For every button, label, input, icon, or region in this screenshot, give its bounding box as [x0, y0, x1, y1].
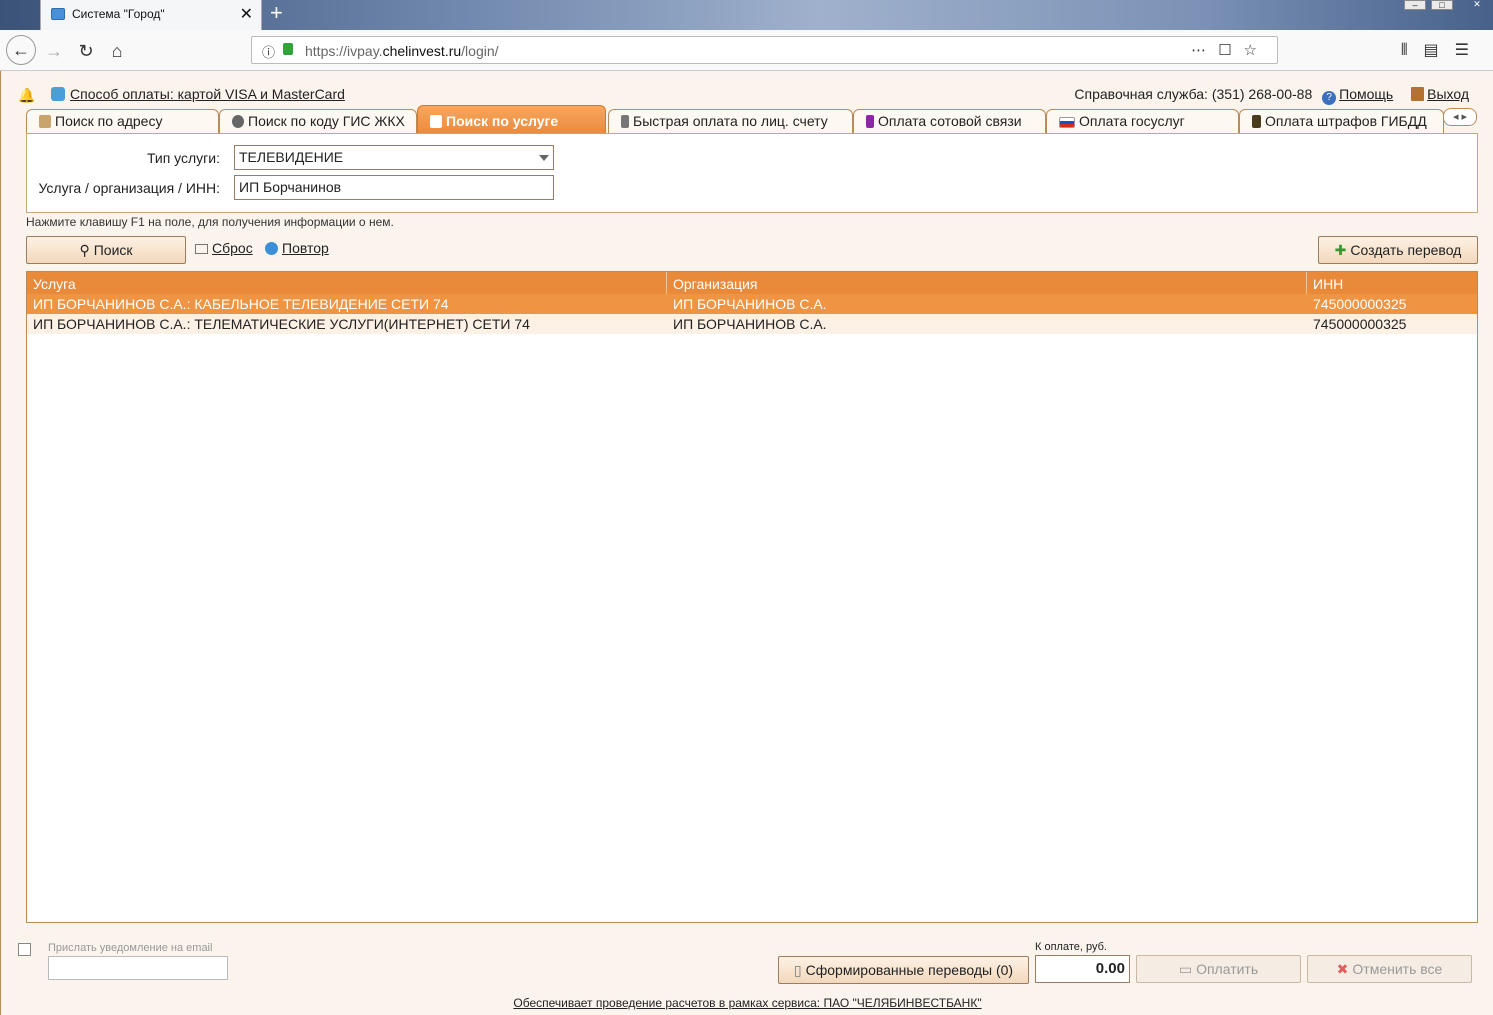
service-type-select[interactable]: ТЕЛЕВИДЕНИЕ — [234, 145, 554, 170]
help-link[interactable]: Помощь — [1339, 86, 1393, 102]
home-icon[interactable]: ⌂ — [103, 37, 131, 65]
column-header-organization[interactable]: Организация — [667, 272, 1307, 294]
to-pay-amount[interactable]: 0.00 — [1035, 955, 1130, 983]
tab-traffic-fines[interactable]: Оплата штрафов ГИБДД — [1239, 109, 1444, 134]
table-row[interactable]: ИП БОРЧАНИНОВ С.А.: КАБЕЛЬНОЕ ТЕЛЕВИДЕНИ… — [27, 294, 1477, 314]
new-tab-plus-icon[interactable]: + — [270, 0, 283, 26]
gis-icon — [232, 115, 244, 128]
russia-flag-icon — [1059, 117, 1075, 128]
close-tab-icon[interactable]: ✕ — [240, 4, 253, 24]
cell-inn: 745000000325 — [1313, 296, 1407, 312]
exit-icon — [1411, 87, 1425, 101]
payment-method-link[interactable]: Способ оплаты: картой VISA и MasterCard — [70, 86, 345, 102]
results-grid: Услуга Организация ИНН ИП БОРЧАНИНОВ С.А… — [26, 271, 1478, 923]
reset-link[interactable]: Сброс — [195, 240, 253, 256]
magnifier-icon: ⚲ — [79, 242, 90, 258]
phone-card-icon — [621, 115, 629, 128]
cell-inn: 745000000325 — [1313, 316, 1407, 332]
tab-bar: Поиск по адресу Поиск по коду ГИС ЖКХ По… — [26, 105, 1477, 134]
org-search-label: Услуга / организация / ИНН: — [38, 180, 220, 196]
search-button[interactable]: ⚲ Поиск — [26, 236, 186, 264]
payment-method[interactable]: Способ оплаты: картой VISA и MasterCard — [51, 86, 345, 102]
service-type-value: ТЕЛЕВИДЕНИЕ — [239, 149, 344, 165]
page-actions-icons[interactable]: ⋯☐☆ — [1191, 41, 1269, 59]
document-icon: ▯ — [793, 962, 802, 978]
maximize-window-icon[interactable]: □ — [1431, 0, 1453, 10]
minimize-window-icon[interactable]: – — [1404, 0, 1426, 10]
exit-link[interactable]: Выход — [1427, 86, 1469, 102]
tab-gov-services[interactable]: Оплата госуслуг — [1046, 109, 1239, 134]
pay-button[interactable]: ▭ Оплатить — [1136, 955, 1301, 983]
notify-email-label: Прислать уведомление на email — [48, 942, 213, 954]
site-info-icon[interactable]: ⓘ — [262, 42, 275, 61]
grid-header: Услуга Организация ИНН — [27, 272, 1477, 294]
book-icon — [39, 115, 51, 128]
browser-tab-title: Система "Город" — [72, 7, 165, 21]
toolbar-right-icons[interactable]: ⫴▤☰ — [1401, 40, 1485, 60]
card-payment-icon — [51, 87, 65, 101]
plus-icon: ✚ — [1334, 242, 1347, 258]
create-transfer-button[interactable]: ✚ Создать перевод — [1318, 236, 1478, 264]
column-header-inn[interactable]: ИНН — [1307, 272, 1477, 294]
chevron-down-icon — [539, 155, 549, 161]
address-bar[interactable]: ⓘ https://ivpay.chelinvest.ru/login/ ⋯☐☆ — [251, 36, 1278, 64]
helpdesk-phone: Справочная служба: (351) 268-00-88 — [1074, 86, 1313, 102]
column-header-service[interactable]: Услуга — [27, 272, 667, 294]
to-pay-label: К оплате, руб. — [1035, 941, 1107, 953]
f1-hint: Нажмите клавишу F1 на поле, для получени… — [26, 215, 394, 229]
footer-note[interactable]: Обеспечивает проведение расчетов в рамка… — [1, 996, 1493, 1010]
browser-tab[interactable]: Система "Город" ✕ — [40, 0, 262, 30]
browser-tab-strip: Система "Город" ✕ + – □ ✕ — [0, 0, 1493, 30]
tab-search-by-service[interactable]: Поиск по услуге — [417, 105, 606, 134]
notify-email-input[interactable] — [48, 956, 228, 980]
site-favicon-icon — [51, 8, 65, 20]
reload-icon[interactable]: ↻ — [72, 37, 100, 65]
org-search-input[interactable]: ИП Борчанинов — [234, 175, 554, 200]
cancel-x-icon: ✖ — [1336, 961, 1349, 977]
cell-service: ИП БОРЧАНИНОВ С.А.: ТЕЛЕМАТИЧЕСКИЕ УСЛУГ… — [33, 316, 530, 332]
eraser-icon — [195, 244, 208, 254]
cards-icon: ▭ — [1178, 961, 1193, 977]
help-line: Справочная служба: (351) 268-00-88 ? Помо… — [1074, 86, 1469, 105]
secure-lock-icon — [283, 43, 293, 55]
tab-mobile-payment[interactable]: Оплата сотовой связи — [853, 109, 1046, 134]
notify-email-checkbox[interactable] — [18, 943, 31, 956]
service-type-label: Тип услуги: — [146, 150, 220, 166]
tab-search-by-gis-code[interactable]: Поиск по коду ГИС ЖКХ — [219, 109, 417, 134]
refresh-icon — [265, 242, 278, 255]
tab-scroll-arrows-icon[interactable]: ◂ ▸ — [1443, 108, 1477, 126]
tab-quick-pay-account[interactable]: Быстрая оплата по лиц. счету — [608, 109, 853, 134]
search-form: Тип услуги: ТЕЛЕВИДЕНИЕ Услуга / организ… — [26, 133, 1478, 213]
back-arrow-icon[interactable]: ← — [6, 35, 36, 65]
bell-service-icon — [430, 115, 442, 128]
help-icon: ? — [1322, 91, 1337, 105]
cell-organization: ИП БОРЧАНИНОВ С.А. — [673, 316, 827, 332]
table-row[interactable]: ИП БОРЧАНИНОВ С.А.: ТЕЛЕМАТИЧЕСКИЕ УСЛУГ… — [27, 314, 1477, 334]
cell-service: ИП БОРЧАНИНОВ С.А.: КАБЕЛЬНОЕ ТЕЛЕВИДЕНИ… — [33, 296, 449, 312]
formed-transfers-button[interactable]: ▯ Сформированные переводы (0) — [778, 956, 1029, 984]
repeat-link[interactable]: Повтор — [265, 240, 329, 256]
tab-search-by-address[interactable]: Поиск по адресу — [26, 109, 219, 134]
url-text[interactable]: https://ivpay.chelinvest.ru/login/ — [305, 43, 499, 59]
close-window-icon[interactable]: ✕ — [1466, 0, 1488, 10]
cancel-all-button[interactable]: ✖ Отменить все — [1307, 955, 1472, 983]
traffic-light-icon — [1252, 115, 1261, 128]
forward-arrow-icon[interactable]: → — [40, 37, 68, 65]
browser-nav-bar: ← → ↻ ⌂ ⓘ https://ivpay.chelinvest.ru/lo… — [0, 30, 1493, 71]
app-container: 🔔 Способ оплаты: картой VISA и MasterCar… — [0, 71, 1493, 1015]
bell-icon[interactable]: 🔔 — [18, 87, 35, 104]
mobile-icon — [866, 115, 874, 128]
cell-organization: ИП БОРЧАНИНОВ С.А. — [673, 296, 827, 312]
